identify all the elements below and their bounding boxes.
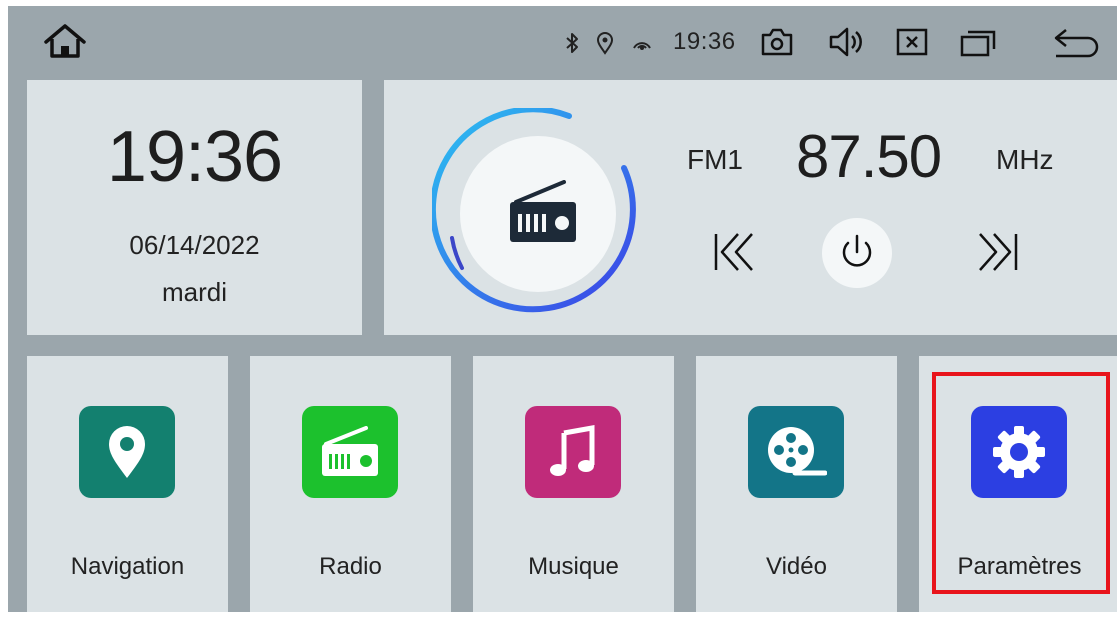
back-icon[interactable] (1052, 28, 1102, 58)
clock-day: mardi (161, 277, 227, 307)
app-tile-settings[interactable]: Paramètres (919, 356, 1117, 612)
app-tile-video[interactable]: Vidéo (696, 356, 897, 612)
home-icon[interactable] (42, 22, 88, 60)
recent-apps-icon[interactable] (960, 27, 996, 57)
map-pin-icon (109, 426, 145, 478)
bluetooth-icon (566, 33, 578, 53)
film-reel-icon (768, 427, 827, 476)
clock-date: 06/14/2022 (129, 230, 260, 260)
volume-icon[interactable] (828, 26, 866, 58)
app-label: Musique (528, 553, 619, 580)
app-icon-settings (971, 406, 1067, 498)
app-tile-music[interactable]: Musique (473, 356, 674, 612)
app-icon-music (525, 406, 621, 498)
close-window-icon[interactable] (896, 28, 928, 56)
app-icon-video (748, 406, 844, 498)
app-tile-navigation[interactable]: Navigation (27, 356, 228, 612)
camera-icon[interactable] (760, 26, 794, 58)
previous-icon[interactable] (710, 228, 758, 276)
clock-time: 19:36 (106, 117, 283, 197)
car-head-unit-screen: 19:36 19:36 06/14/2022 mardi FM1 87.50 M… (8, 6, 1117, 612)
app-label: Paramètres (957, 553, 1082, 580)
radio-icon (510, 180, 576, 242)
radio-frequency-unit: MHz (996, 144, 1054, 175)
power-button[interactable] (822, 218, 892, 288)
signal-icon (633, 42, 651, 50)
app-label: Radio (319, 553, 382, 580)
app-label: Vidéo (766, 553, 827, 580)
radio-icon (322, 426, 378, 476)
radio-widget[interactable]: FM1 87.50 MHz (384, 80, 1117, 335)
music-note-icon (550, 425, 595, 476)
power-icon (842, 234, 872, 267)
status-time: 19:36 (673, 28, 736, 55)
radio-band: FM1 (687, 144, 743, 175)
gear-icon (993, 426, 1045, 478)
app-icon-radio (302, 406, 398, 498)
app-tile-radio[interactable]: Radio (250, 356, 451, 612)
next-icon[interactable] (974, 228, 1022, 276)
clock-widget[interactable]: 19:36 06/14/2022 mardi (27, 80, 362, 335)
app-icon-navigation (79, 406, 175, 498)
location-icon (596, 32, 614, 55)
app-label: Navigation (70, 553, 185, 580)
status-bar: 19:36 (8, 6, 1117, 76)
radio-frequency: 87.50 (796, 123, 942, 190)
